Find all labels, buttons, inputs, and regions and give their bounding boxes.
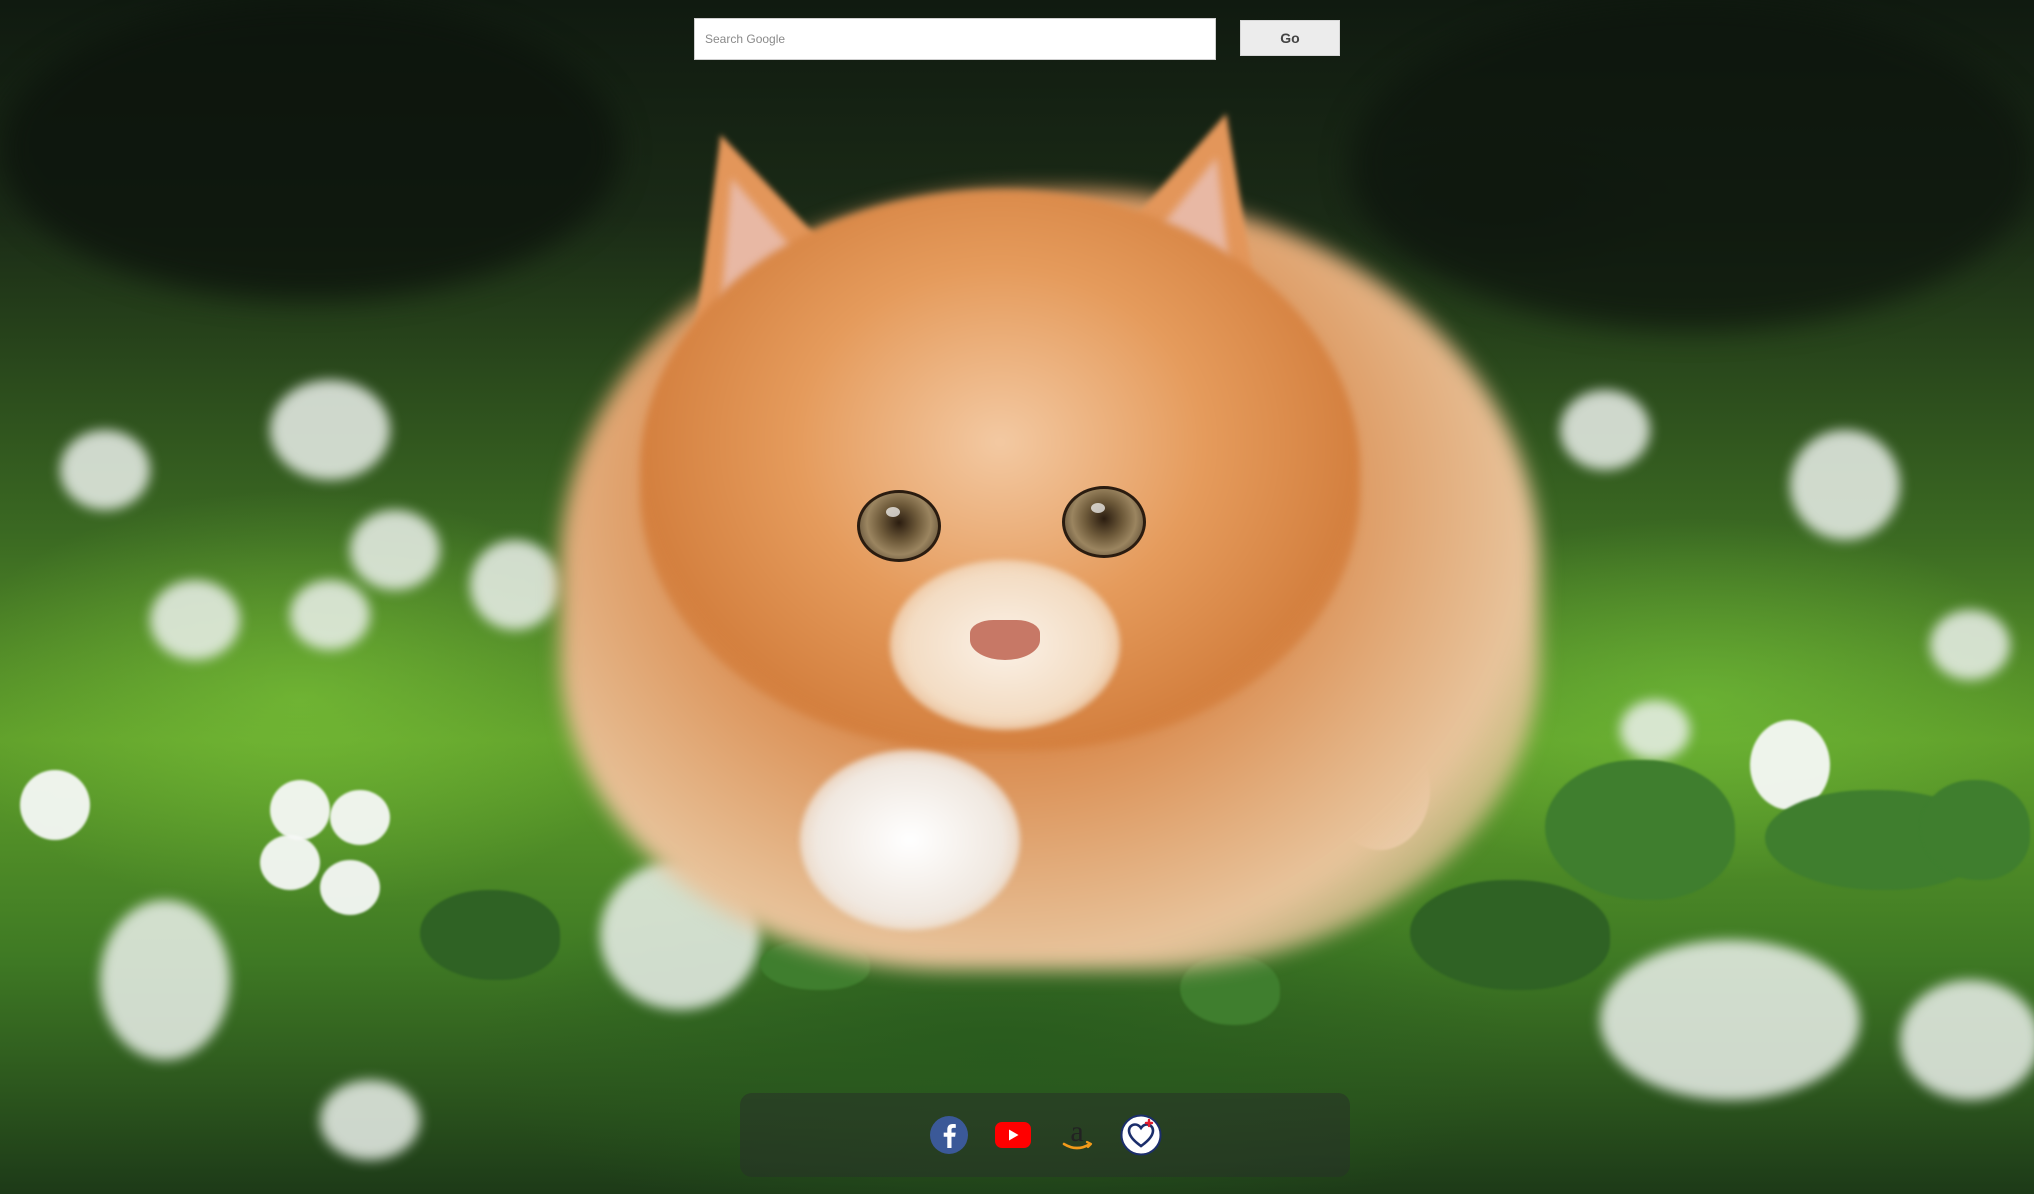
youtube-icon [995, 1122, 1031, 1148]
amazon-icon: a [1062, 1115, 1093, 1150]
leaf [1410, 880, 1610, 990]
flower [270, 780, 330, 840]
heart-health-icon [1120, 1114, 1162, 1156]
facebook-shortcut[interactable] [928, 1114, 970, 1156]
flower [1620, 700, 1690, 760]
flower [260, 835, 320, 890]
flower [270, 380, 390, 480]
leaf [420, 890, 560, 980]
shortcut-dock: a [740, 1093, 1350, 1177]
kitten-eye [857, 490, 941, 562]
flower [20, 770, 90, 840]
flower [290, 580, 370, 650]
flower [1790, 430, 1900, 540]
flower [1560, 390, 1650, 470]
background-shadow [1350, 0, 2034, 330]
flower [1900, 980, 2034, 1100]
flower [470, 540, 560, 630]
amazon-shortcut[interactable]: a [1056, 1114, 1098, 1156]
flower [150, 580, 240, 660]
background-shadow [0, 0, 620, 300]
flower [1600, 940, 1860, 1100]
facebook-icon [930, 1116, 968, 1154]
flower [60, 430, 150, 510]
kitten-paw [800, 750, 1020, 930]
svg-text:a: a [1070, 1115, 1083, 1148]
flower [320, 1080, 420, 1160]
new-tab-page: Go a [0, 0, 2034, 1194]
leaf [1920, 780, 2030, 880]
flower [1930, 610, 2010, 680]
go-button[interactable]: Go [1240, 20, 1340, 56]
kitten-eye [1062, 486, 1146, 558]
leaf [1545, 760, 1735, 900]
background-photo [0, 0, 2034, 1194]
youtube-shortcut[interactable] [992, 1114, 1034, 1156]
search-input[interactable] [694, 18, 1216, 60]
flower [330, 790, 390, 845]
health-shortcut[interactable] [1120, 1114, 1162, 1156]
flower [350, 510, 440, 590]
flower [320, 860, 380, 915]
flower [100, 900, 230, 1060]
kitten-nose [970, 620, 1040, 660]
